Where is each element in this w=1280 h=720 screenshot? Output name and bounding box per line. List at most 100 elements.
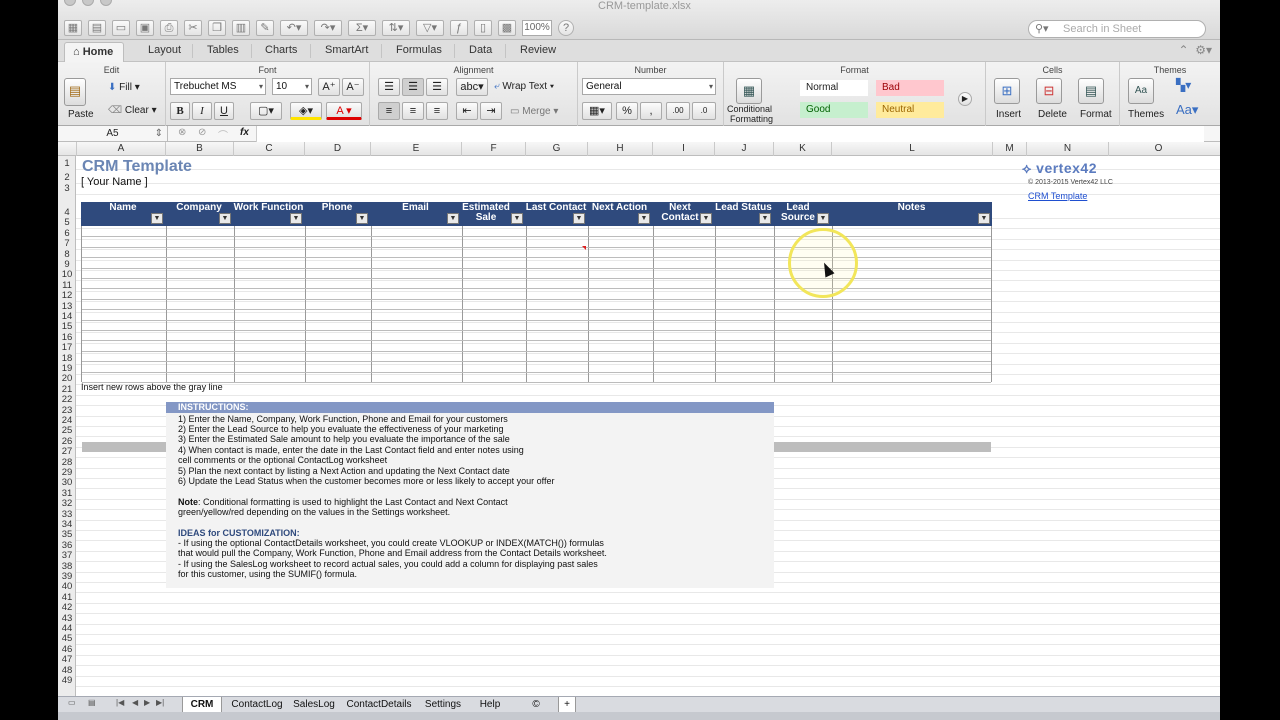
filter-dropdown-icon[interactable]: ▼	[978, 213, 990, 224]
row-header[interactable]: 37	[58, 551, 76, 561]
filter-dropdown-icon[interactable]: ▼	[511, 213, 523, 224]
row-header[interactable]: 27	[58, 447, 76, 457]
column-header[interactable]: L	[831, 142, 992, 156]
tab-home[interactable]: ⌂ Home	[64, 42, 124, 62]
add-sheet-button[interactable]: +	[558, 697, 576, 713]
paste-icon[interactable]: ▤	[64, 78, 86, 106]
tab-review[interactable]: Review	[520, 44, 556, 56]
style-good[interactable]: Good	[800, 102, 868, 118]
first-sheet-icon[interactable]: |◀	[116, 698, 124, 707]
row-header[interactable]: 40	[58, 582, 76, 592]
row-header[interactable]: 30	[58, 478, 76, 488]
conditional-formatting-label-2[interactable]: Formatting	[730, 114, 773, 124]
conditional-formatting-label[interactable]: Conditional	[727, 104, 772, 114]
merge-button[interactable]: ▭ Merge ▾	[510, 106, 558, 117]
print-icon[interactable]: ⎙	[160, 20, 178, 36]
format-cells-icon[interactable]: ▤	[1078, 78, 1104, 104]
fill-color-button[interactable]: ◈▾	[290, 102, 322, 120]
align-bottom-button[interactable]: ☰	[426, 78, 448, 96]
orientation-button[interactable]: abc▾	[456, 78, 488, 96]
redo-icon[interactable]: ↷▾	[314, 20, 342, 36]
sheet-tab-crm[interactable]: CRM	[182, 697, 222, 713]
row-header[interactable]: 15	[58, 322, 76, 332]
column-header[interactable]: K	[773, 142, 831, 156]
minimize-window-button[interactable]	[82, 0, 94, 6]
fx-button[interactable]: fx	[240, 127, 249, 138]
column-header[interactable]: I	[652, 142, 714, 156]
sheet-tab-contactdetails[interactable]: ContactDetails	[342, 697, 416, 713]
header-cell-email[interactable]: Email ▼	[370, 202, 461, 226]
more-styles-button[interactable]: ▶	[958, 92, 972, 106]
insert-cells-label[interactable]: Insert	[996, 109, 1021, 120]
open-icon[interactable]: ▭	[112, 20, 130, 36]
tab-layout[interactable]: Layout	[148, 44, 181, 56]
italic-button[interactable]: I	[192, 102, 212, 120]
align-right-button[interactable]: ≡	[426, 102, 448, 120]
align-left-button[interactable]: ≡	[378, 102, 400, 120]
close-window-button[interactable]	[64, 0, 76, 6]
accounting-button[interactable]: ▦▾	[582, 102, 612, 120]
tab-formulas[interactable]: Formulas	[396, 44, 442, 56]
formula-input[interactable]	[256, 126, 1204, 142]
style-bad[interactable]: Bad	[876, 80, 944, 96]
zoom-field[interactable]: 100%	[522, 20, 552, 36]
grow-font-button[interactable]: A⁺	[318, 78, 340, 96]
new-icon[interactable]: ▦	[64, 20, 82, 36]
underline-button[interactable]: U	[214, 102, 234, 120]
filter-dropdown-icon[interactable]: ▼	[219, 213, 231, 224]
last-sheet-icon[interactable]: ▶|	[156, 698, 164, 707]
row-header[interactable]: 25	[58, 426, 76, 436]
column-header[interactable]: M	[992, 142, 1026, 156]
clear-button[interactable]: ⌫ Clear ▾	[108, 105, 157, 116]
font-size-select[interactable]: 10	[272, 78, 312, 95]
header-cell-name[interactable]: Name ▼	[81, 202, 165, 226]
tab-data[interactable]: Data	[469, 44, 492, 56]
font-name-select[interactable]: Trebuchet MS	[170, 78, 266, 95]
decrease-indent-button[interactable]: ⇤	[456, 102, 478, 120]
cancel-formula-icon[interactable]: ⊗	[178, 127, 186, 138]
theme-fonts-button[interactable]: Aa▾	[1176, 102, 1198, 118]
column-header[interactable]: O	[1108, 142, 1208, 156]
comment-indicator[interactable]	[582, 246, 586, 250]
row-header[interactable]: 22	[58, 395, 76, 405]
gear-icon[interactable]: ⚙▾	[1195, 43, 1212, 57]
column-header[interactable]: F	[461, 142, 525, 156]
crm-template-link[interactable]: CRM Template	[1028, 191, 1087, 201]
autosum-icon[interactable]: Σ▾	[348, 20, 376, 36]
conditional-formatting-icon[interactable]: ▦	[736, 78, 762, 104]
header-cell-company[interactable]: Company ▼	[165, 202, 233, 226]
paste-icon[interactable]: ▥	[232, 20, 250, 36]
filter-dropdown-icon[interactable]: ▼	[356, 213, 368, 224]
gallery-icon[interactable]: ▯	[474, 20, 492, 36]
templates-icon[interactable]: ▤	[88, 20, 106, 36]
column-header[interactable]: G	[525, 142, 587, 156]
row-header[interactable]: 20	[58, 374, 76, 384]
header-cell-work-function[interactable]: Work Function ▼	[233, 202, 304, 226]
filter-dropdown-icon[interactable]: ▼	[447, 213, 459, 224]
next-sheet-icon[interactable]: ▶	[144, 698, 150, 707]
filter-dropdown-icon[interactable]: ▼	[151, 213, 163, 224]
column-header[interactable]: B	[165, 142, 233, 156]
paste-button-label[interactable]: Paste	[68, 109, 94, 120]
increase-decimal-button[interactable]: .00	[666, 102, 690, 120]
row-header[interactable]: 45	[58, 634, 76, 644]
name-box[interactable]: A5 ⇕	[58, 126, 168, 142]
confirm-formula-icon[interactable]: ⊘	[198, 127, 206, 138]
tab-charts[interactable]: Charts	[265, 44, 297, 56]
help-icon[interactable]: ?	[558, 20, 574, 36]
tab-tables[interactable]: Tables	[207, 44, 239, 56]
bold-button[interactable]: B	[170, 102, 190, 120]
column-header[interactable]: A	[76, 142, 165, 156]
format-painter-icon[interactable]: ✎	[256, 20, 274, 36]
header-cell-lead-status[interactable]: Lead Status ▼	[714, 202, 773, 226]
prev-sheet-icon[interactable]: ◀	[132, 698, 138, 707]
toolbox-icon[interactable]: ▩	[498, 20, 516, 36]
header-cell-notes[interactable]: Notes ▼	[831, 202, 992, 226]
column-header[interactable]: J	[714, 142, 773, 156]
row-header[interactable]: 49	[58, 676, 76, 686]
font-color-button[interactable]: A ▾	[326, 102, 362, 120]
undo-icon[interactable]: ↶▾	[280, 20, 308, 36]
page-layout-view-icon[interactable]: ▤	[88, 698, 96, 707]
format-cells-label[interactable]: Format	[1080, 109, 1112, 120]
sheet-tab-help[interactable]: Help	[472, 697, 508, 713]
